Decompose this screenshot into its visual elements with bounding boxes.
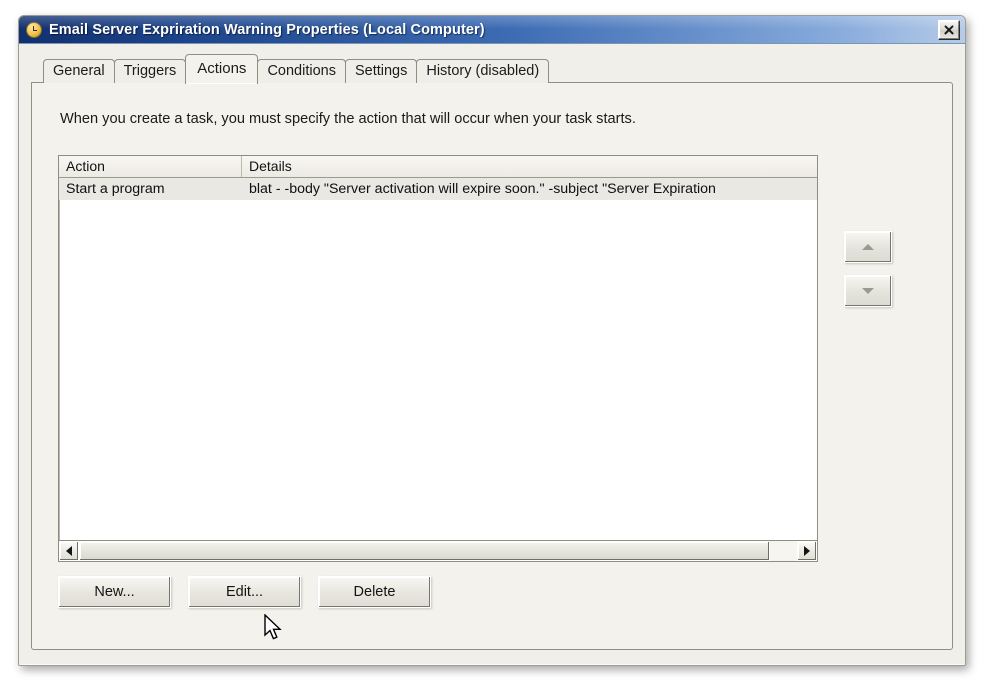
tab-strip: General Triggers Actions Conditions Sett… (31, 54, 953, 84)
tab-history[interactable]: History (disabled) (416, 59, 550, 83)
button-bar: New... Edit... Delete (58, 576, 431, 608)
window-titlebar: Email Server Expriration Warning Propert… (19, 16, 965, 44)
dialog-body: General Triggers Actions Conditions Sett… (19, 44, 965, 664)
scrollbar-thumb[interactable] (79, 541, 770, 561)
column-header-action[interactable]: Action (59, 156, 242, 177)
delete-button[interactable]: Delete (318, 576, 431, 608)
horizontal-scrollbar[interactable] (58, 541, 818, 562)
close-icon[interactable] (938, 19, 960, 40)
scrollbar-track[interactable] (79, 541, 797, 561)
tab-general[interactable]: General (43, 59, 115, 83)
list-rows: Start a program blat - -body "Server act… (59, 178, 817, 200)
chevron-up-icon (862, 244, 874, 250)
new-button[interactable]: New... (58, 576, 171, 608)
page-description: When you create a task, you must specify… (60, 111, 636, 127)
properties-dialog-window: Email Server Expriration Warning Propert… (18, 15, 966, 666)
window-title: Email Server Expriration Warning Propert… (49, 21, 485, 38)
tab-page-actions: When you create a task, you must specify… (31, 82, 953, 650)
tab-settings[interactable]: Settings (344, 59, 418, 83)
list-header: Action Details (59, 156, 817, 178)
column-header-details[interactable]: Details (242, 156, 817, 177)
cell-details: blat - -body "Server activation will exp… (249, 181, 716, 197)
move-up-button[interactable] (844, 231, 892, 263)
actions-list[interactable]: Action Details Start a program blat - -b… (58, 155, 818, 541)
move-down-button[interactable] (844, 275, 892, 307)
table-row[interactable]: Start a program blat - -body "Server act… (59, 178, 817, 200)
chevron-down-icon (862, 288, 874, 294)
cell-action: Start a program (66, 181, 165, 197)
task-scheduler-clock-icon (25, 21, 43, 39)
screen-background: Email Server Expriration Warning Propert… (0, 0, 1000, 686)
tab-conditions[interactable]: Conditions (257, 59, 346, 83)
tab-triggers[interactable]: Triggers (113, 59, 187, 83)
edit-button[interactable]: Edit... (188, 576, 301, 608)
scroll-left-arrow-icon[interactable] (59, 541, 79, 561)
scroll-right-arrow-icon[interactable] (797, 541, 817, 561)
tab-actions[interactable]: Actions (185, 54, 259, 84)
